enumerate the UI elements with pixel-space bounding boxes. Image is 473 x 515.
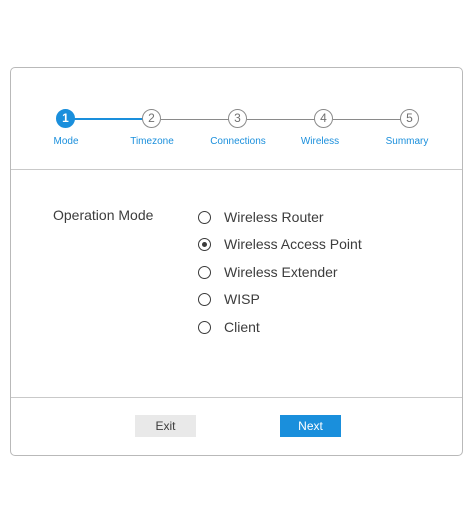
mode-option-label: WISP [224,291,260,307]
step-4-circle: 4 [314,109,333,128]
radio-wireless-access-point[interactable] [198,237,211,251]
wizard-stepper: 1 2 3 4 5 Mode Timezone Connections Wire… [11,68,464,168]
step-1-label: Mode [53,136,79,147]
mode-option-label: Wireless Access Point [224,236,362,252]
radio-wisp[interactable] [198,292,211,306]
step-3-circle: 3 [228,109,247,128]
mode-option-label: Wireless Extender [224,264,338,280]
step-2-label: Timezone [130,136,174,147]
mode-option-wisp[interactable]: WISP [198,289,260,309]
step-1-circle: 1 [56,109,75,128]
footer-divider [11,397,462,398]
stepper-divider [11,169,462,170]
exit-button[interactable]: Exit [135,415,196,437]
radio-wireless-router[interactable] [198,210,211,224]
mode-option-label: Wireless Router [224,209,324,225]
radio-wireless-extender[interactable] [198,265,211,279]
setup-wizard-panel: 1 2 3 4 5 Mode Timezone Connections Wire… [10,67,463,456]
step-4-label: Wireless [300,136,340,147]
mode-option-label: Client [224,319,260,335]
next-button[interactable]: Next [280,415,341,437]
step-5-circle: 5 [400,109,419,128]
mode-option-client[interactable]: Client [198,317,260,337]
mode-option-wireless-access-point[interactable]: Wireless Access Point [198,234,362,254]
operation-mode-label: Operation Mode [53,207,154,223]
step-3-label: Connections [210,136,266,147]
mode-option-wireless-router[interactable]: Wireless Router [198,207,324,227]
step-5-label: Summary [385,136,429,147]
step-2-circle: 2 [142,109,161,128]
mode-option-wireless-extender[interactable]: Wireless Extender [198,262,338,282]
radio-client[interactable] [198,320,211,334]
